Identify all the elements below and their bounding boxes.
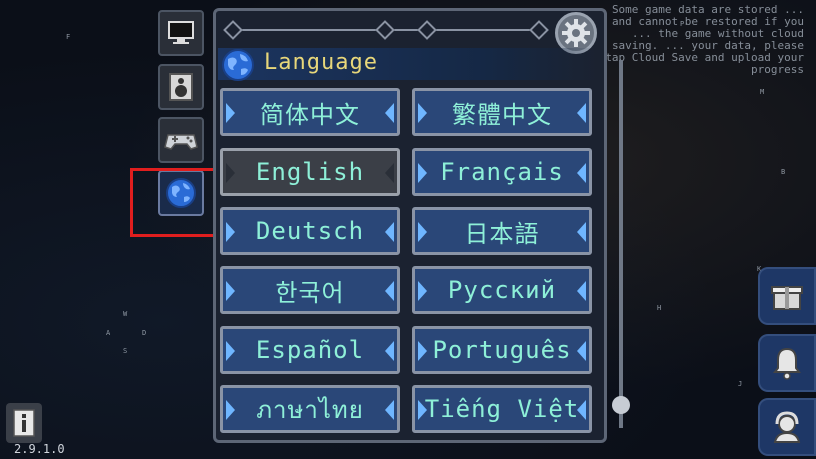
deco-letter-s: S: [123, 347, 128, 355]
scrollbar-thumb[interactable]: [612, 396, 630, 414]
deco-letter-p: P: [680, 20, 685, 28]
gear-icon: [562, 19, 590, 47]
language-option-vietnamese[interactable]: Tiếng Việt: [412, 385, 592, 433]
bell-icon: [773, 347, 801, 380]
deco-letter-w: W: [123, 310, 128, 318]
tab-controls[interactable]: [158, 117, 204, 163]
tab-audio[interactable]: [158, 64, 204, 110]
tab-language-highlight: [130, 168, 221, 237]
language-option-english[interactable]: English: [220, 148, 400, 196]
gift-box-icon: [771, 286, 803, 310]
header-globe: [220, 48, 256, 82]
deco-letter-h: H: [657, 304, 662, 312]
language-option-simplified-chinese[interactable]: 简体中文: [220, 88, 400, 136]
notifications-button[interactable]: [758, 334, 816, 392]
language-option-korean[interactable]: 한국어: [220, 266, 400, 314]
deco-letter-j: J: [738, 380, 743, 388]
deco-letter-m: M: [760, 88, 765, 96]
gamepad-icon: [164, 134, 198, 150]
language-option-portuguese[interactable]: Português: [412, 326, 592, 374]
deco-letter-b: B: [781, 168, 786, 176]
scrollbar-track[interactable]: [619, 60, 623, 428]
support-agent-icon: [773, 411, 801, 443]
language-option-japanese[interactable]: 日本語: [412, 207, 592, 255]
gift-button[interactable]: [758, 267, 816, 325]
deco-letter-f: F: [66, 33, 71, 41]
panel-top-ornament: [220, 20, 550, 40]
version-label: 2.9.1.0: [14, 442, 65, 456]
info-icon: [13, 409, 35, 437]
page-title: Language: [264, 50, 378, 75]
deco-letter-a: A: [106, 329, 111, 337]
language-option-thai[interactable]: ภาษาไทย: [220, 385, 400, 433]
language-option-french[interactable]: Français: [412, 148, 592, 196]
deco-letter-d: D: [142, 329, 147, 337]
support-button[interactable]: [758, 398, 816, 456]
language-option-spanish[interactable]: Español: [220, 326, 400, 374]
tab-display[interactable]: [158, 10, 204, 56]
speaker-icon: [169, 73, 193, 101]
info-button[interactable]: [6, 403, 42, 443]
language-option-german[interactable]: Deutsch: [220, 207, 400, 255]
language-option-traditional-chinese[interactable]: 繁體中文: [412, 88, 592, 136]
globe-icon: [222, 49, 254, 81]
language-option-russian[interactable]: Русский: [412, 266, 592, 314]
monitor-icon: [168, 21, 194, 44]
